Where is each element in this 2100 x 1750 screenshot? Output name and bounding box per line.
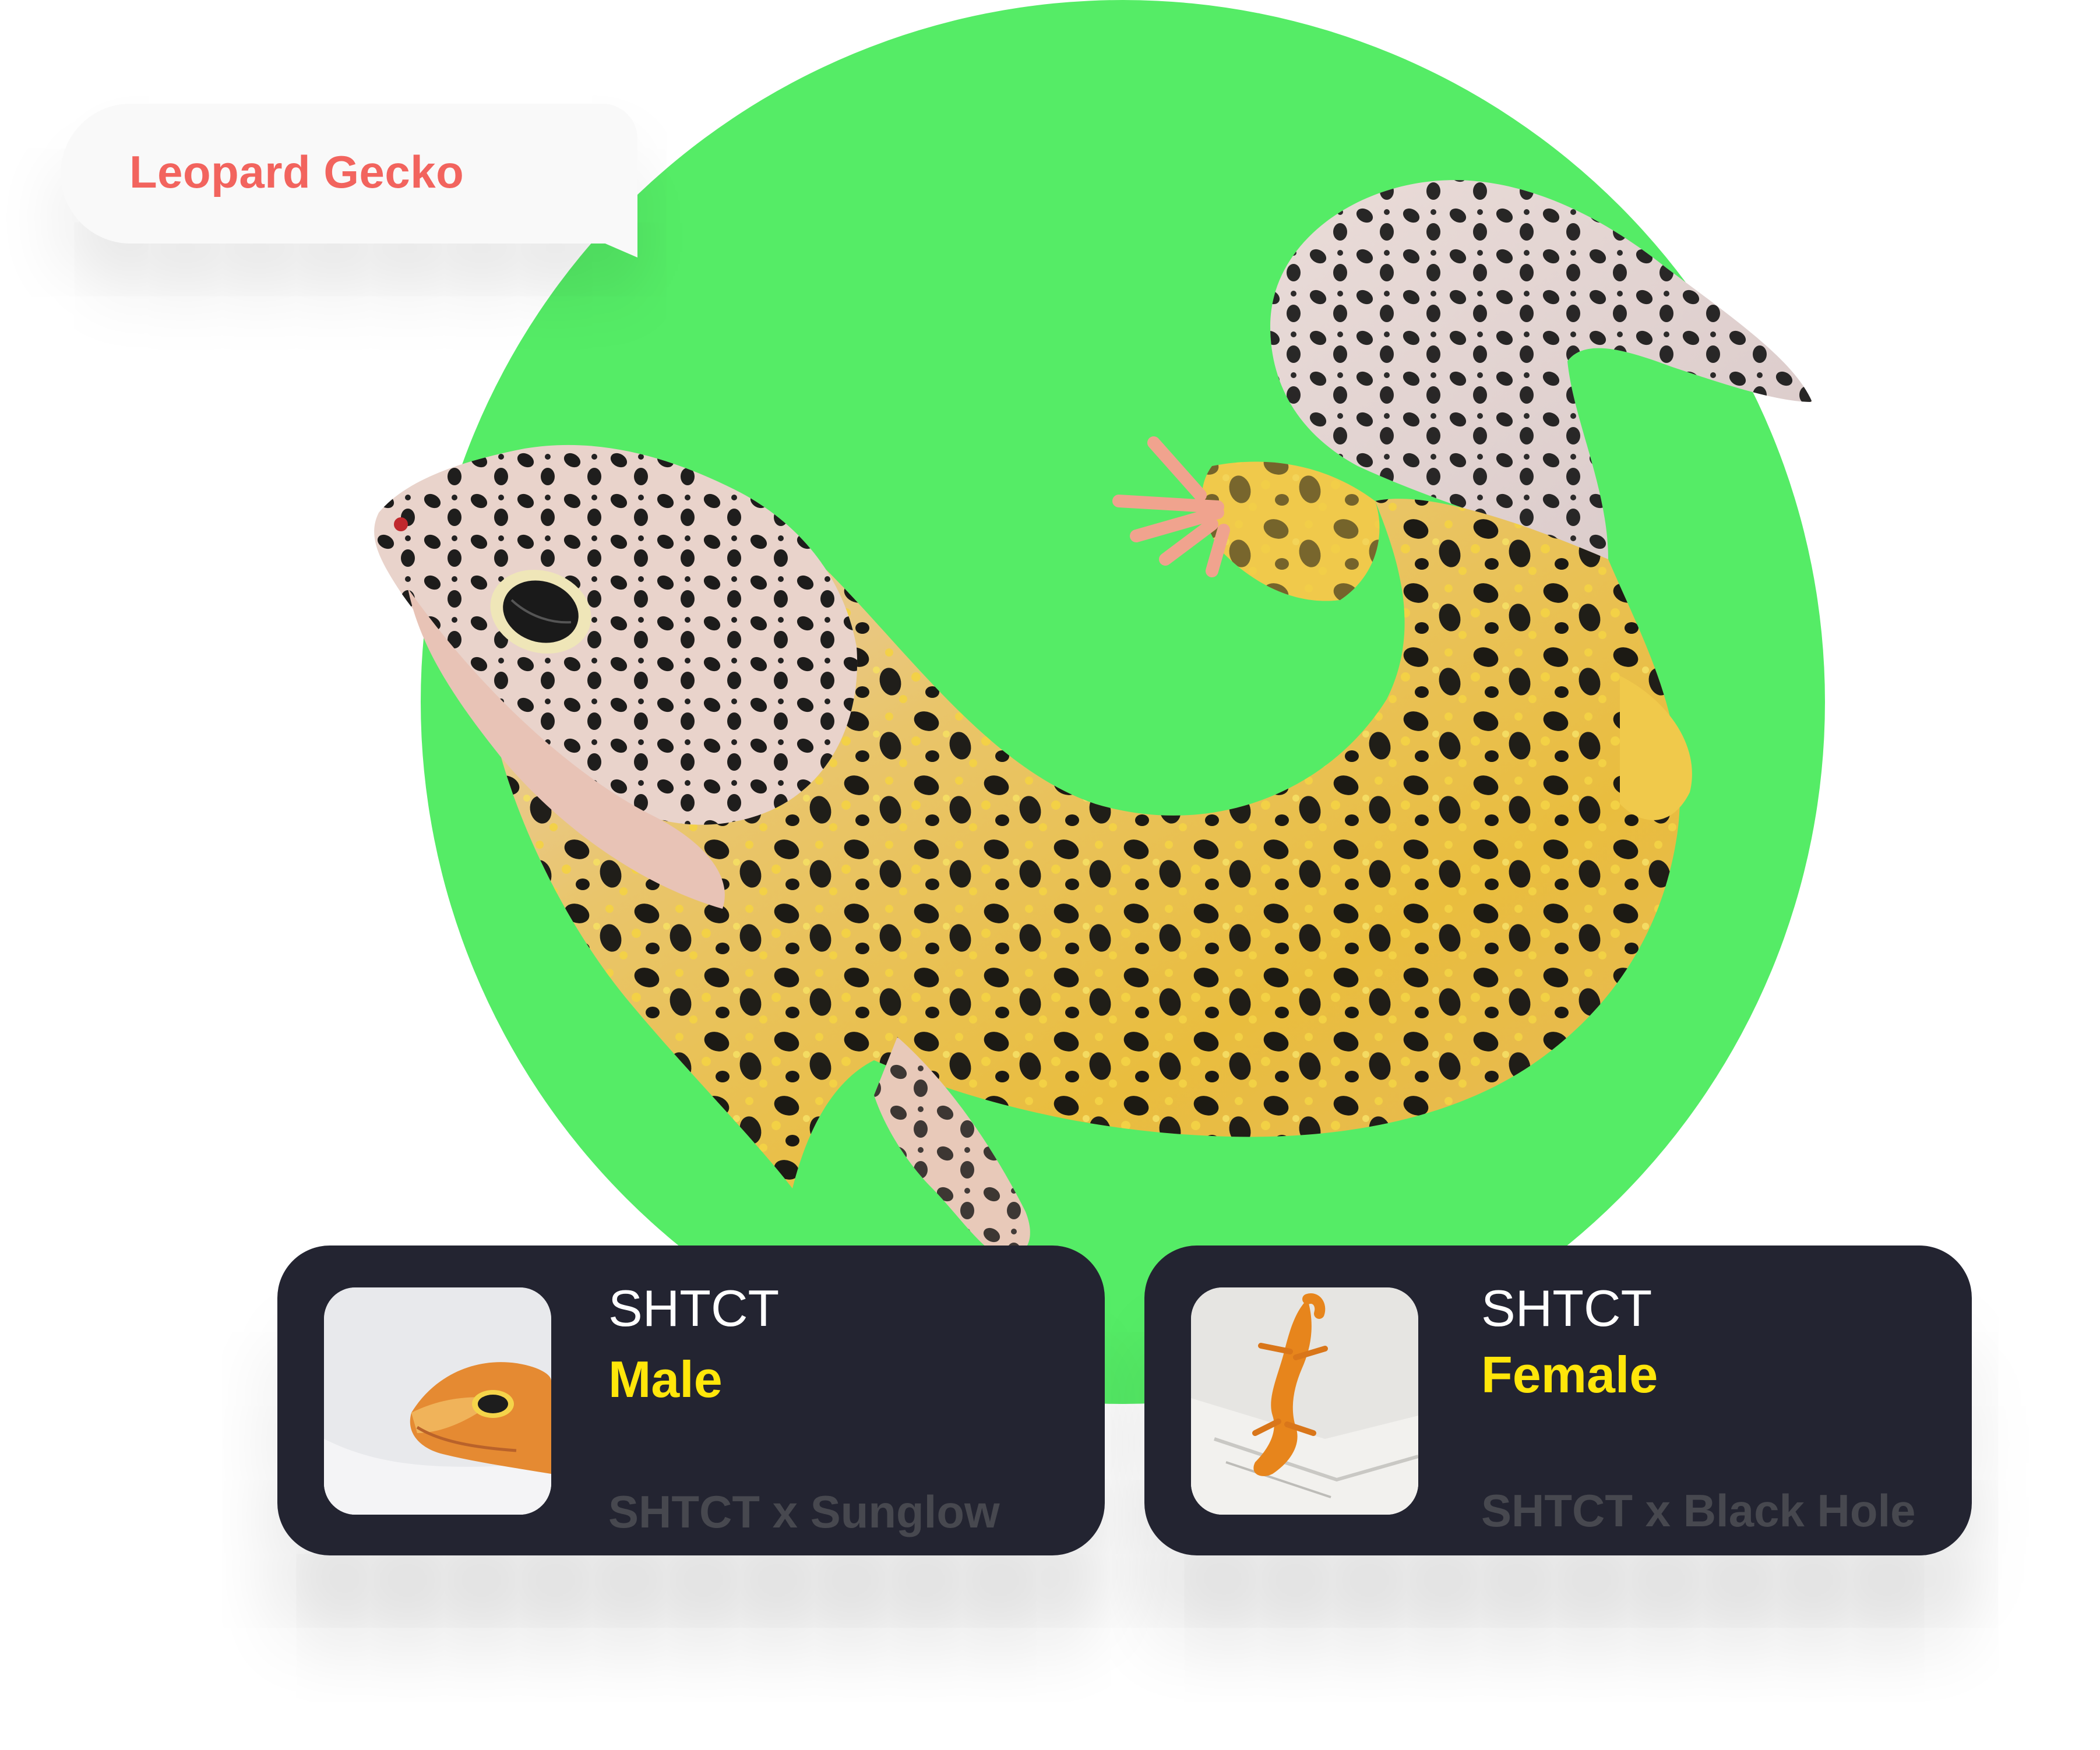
gecko-card-female[interactable]: SHTCT Female SHTCT x Black Hole: [1144, 1246, 1972, 1555]
gecko-thumbnail: [324, 1287, 551, 1515]
gecko-thumbnail: [1191, 1287, 1418, 1515]
sex-label: Male: [608, 1350, 723, 1408]
species-tag-bubble: Leopard Gecko: [61, 104, 637, 257]
gecko-showcase: Leopard Gecko SHTCT Male SHTCT x Sunglow: [0, 0, 2100, 1750]
sex-label: Female: [1481, 1346, 1658, 1403]
gecko-card-male[interactable]: SHTCT Male SHTCT x Sunglow: [277, 1246, 1105, 1555]
morph-label: SHTCT: [608, 1279, 780, 1337]
lineage-label: SHTCT x Black Hole: [1481, 1485, 1916, 1536]
morph-label: SHTCT: [1481, 1279, 1652, 1337]
species-name: Leopard Gecko: [129, 146, 464, 197]
lineage-label: SHTCT x Sunglow: [608, 1486, 1000, 1537]
